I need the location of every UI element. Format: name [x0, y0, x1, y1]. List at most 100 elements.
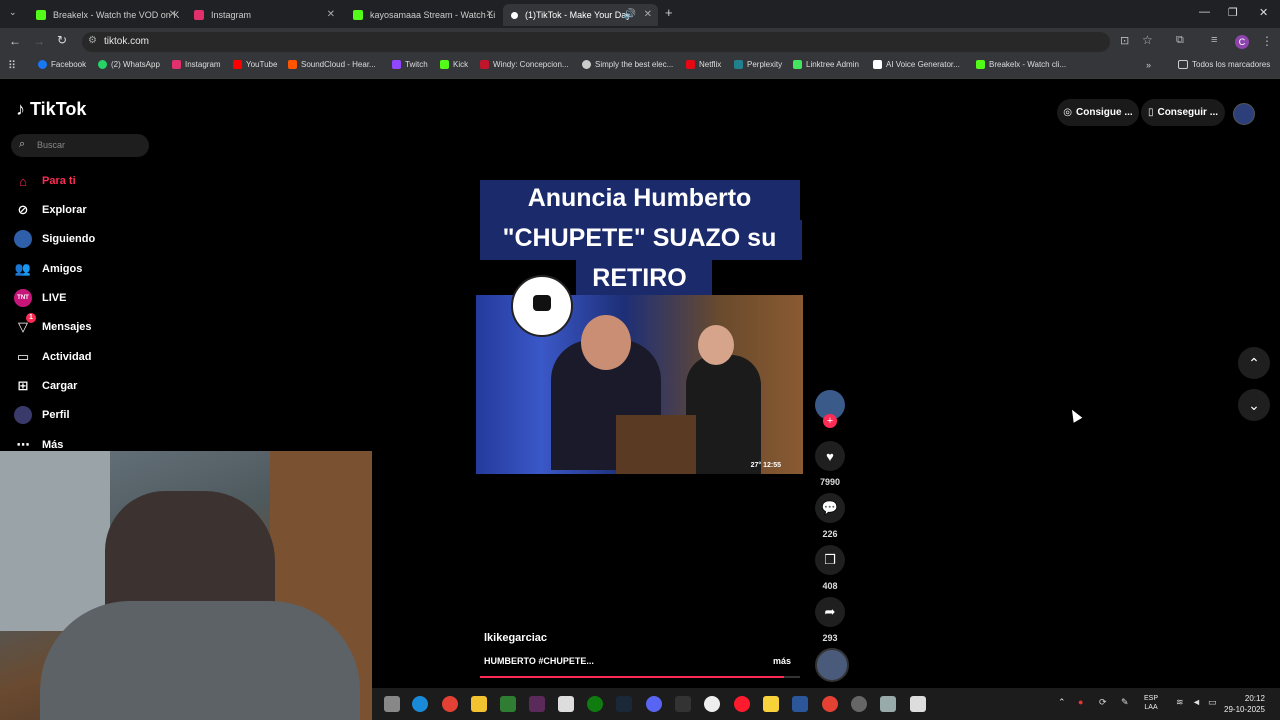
bookmark-youtube[interactable]: YouTube: [233, 60, 277, 69]
back-icon[interactable]: ←: [9, 34, 21, 48]
word-icon[interactable]: [792, 696, 808, 712]
nav-actividad[interactable]: ▭ Actividad: [14, 348, 92, 366]
opera-icon[interactable]: [734, 696, 750, 712]
tray-icon[interactable]: ●: [1078, 697, 1083, 707]
chrome-icon[interactable]: [442, 696, 458, 712]
previous-video-button[interactable]: ⌃: [1238, 347, 1270, 379]
discord-icon[interactable]: [646, 696, 662, 712]
share-icon[interactable]: ➦: [815, 597, 845, 627]
bookmark-icon[interactable]: ❒: [815, 545, 845, 575]
app-icon[interactable]: [704, 696, 720, 712]
bookmark-ai-voice[interactable]: AI Voice Generator...: [873, 60, 960, 69]
close-icon[interactable]: ✕: [486, 9, 494, 20]
app-icon[interactable]: [529, 696, 545, 712]
language-indicator[interactable]: ESP LAA: [1144, 694, 1158, 712]
sticky-notes-icon[interactable]: [763, 696, 779, 712]
comment-action[interactable]: 💬 226: [815, 493, 845, 539]
close-icon[interactable]: ✕: [327, 9, 335, 20]
bookmark-instagram[interactable]: Instagram: [172, 60, 221, 69]
restore-icon[interactable]: ❐: [1228, 6, 1238, 19]
tab-tiktok[interactable]: (1)TikTok - Make Your Day 🔊 ✕: [503, 4, 658, 26]
get-coins-button[interactable]: ▯ Conseguir ...: [1141, 99, 1225, 126]
nav-live[interactable]: TNT LIVE: [14, 289, 66, 307]
tray-chevron-icon[interactable]: ⌃: [1058, 697, 1066, 708]
tab-breakelx[interactable]: Breakelx - Watch the VOD on K ✕: [28, 4, 183, 26]
new-tab-icon[interactable]: +: [665, 5, 673, 20]
tab-kayosamaaa[interactable]: kayosamaaa Stream - Watch Li ✕: [345, 4, 500, 26]
progress-track[interactable]: [480, 676, 800, 678]
app-icon[interactable]: [558, 696, 574, 712]
tray-icon[interactable]: ✎: [1121, 697, 1129, 708]
tab-search-icon[interactable]: ⌄: [9, 7, 17, 18]
apps-icon[interactable]: ⠿: [8, 59, 16, 72]
clock[interactable]: 20:12 29-10-2025: [1224, 693, 1265, 715]
next-video-button[interactable]: ⌄: [1238, 389, 1270, 421]
explorer-icon[interactable]: [384, 696, 400, 712]
xbox-icon[interactable]: [587, 696, 603, 712]
bookmark-soundcloud[interactable]: SoundCloud - Hear...: [288, 60, 376, 69]
comment-icon[interactable]: 💬: [815, 493, 845, 523]
app-icon[interactable]: [910, 696, 926, 712]
site-info-icon[interactable]: ⚙: [88, 35, 97, 46]
search-input[interactable]: ⌕ Buscar: [11, 134, 149, 157]
live-app-icon[interactable]: [675, 696, 691, 712]
bookmark-facebook[interactable]: Facebook: [38, 60, 86, 69]
bookmark-netflix[interactable]: Netflix: [686, 60, 721, 69]
follow-button[interactable]: +: [823, 414, 837, 428]
more-link[interactable]: más: [773, 656, 791, 666]
forward-icon[interactable]: →: [33, 34, 45, 48]
like-action[interactable]: ♥ 7990: [815, 441, 845, 487]
share-action[interactable]: ➦ 293: [815, 597, 845, 643]
url-field[interactable]: ⚙ tiktok.com: [82, 32, 1110, 52]
bookmark-breakelx[interactable]: Breakelx - Watch cli...: [976, 60, 1066, 69]
video-author[interactable]: lkikegarciac: [484, 632, 547, 644]
bookmark-kick[interactable]: Kick: [440, 60, 468, 69]
extensions-icon[interactable]: ⧉: [1176, 34, 1184, 47]
nav-cargar[interactable]: ⊞ Cargar: [14, 377, 78, 395]
close-window-icon[interactable]: ✕: [1259, 6, 1268, 19]
app-icon[interactable]: [851, 696, 867, 712]
chrome-icon[interactable]: [822, 696, 838, 712]
media-icon[interactable]: ≡: [1211, 34, 1217, 46]
all-bookmarks[interactable]: Todos los marcadores: [1178, 60, 1270, 69]
save-action[interactable]: ❒ 408: [815, 545, 845, 591]
video-player[interactable]: Anuncia Humberto "CHUPETE" SUAZO su RETI…: [476, 178, 803, 474]
nav-para-ti[interactable]: ⌂ Para ti: [14, 172, 76, 190]
bookmark-perplexity[interactable]: Perplexity: [734, 60, 782, 69]
nav-explorar[interactable]: ⊘ Explorar: [14, 201, 87, 219]
nav-mensajes[interactable]: ▽ 1 Mensajes: [14, 313, 92, 336]
audio-icon[interactable]: 🔊: [624, 9, 636, 20]
battery-icon[interactable]: ▭: [1208, 697, 1217, 708]
nav-perfil[interactable]: Perfil: [14, 406, 70, 424]
music-disc-avatar[interactable]: [815, 648, 849, 682]
menu-icon[interactable]: ⋮: [1261, 34, 1273, 48]
bookmark-twitch[interactable]: Twitch: [392, 60, 428, 69]
edge-icon[interactable]: [412, 696, 428, 712]
close-icon[interactable]: ✕: [169, 9, 177, 20]
profile-avatar[interactable]: C: [1235, 35, 1249, 49]
bookmark-simply[interactable]: Simply the best elec...: [582, 60, 673, 69]
overflow-chevron-icon[interactable]: »: [1146, 60, 1151, 70]
install-icon[interactable]: ⊡: [1120, 34, 1129, 47]
tray-sync-icon[interactable]: ⟳: [1099, 697, 1107, 708]
folder-icon[interactable]: [471, 696, 487, 712]
steam-icon[interactable]: [616, 696, 632, 712]
nav-siguiendo[interactable]: Siguiendo: [14, 230, 95, 248]
tiktok-logo[interactable]: ♪ TikTok: [16, 99, 86, 120]
nav-amigos[interactable]: 👥 Amigos: [14, 260, 82, 278]
minimize-icon[interactable]: —: [1199, 6, 1210, 18]
volume-icon[interactable]: ◄: [1192, 697, 1201, 707]
profile-avatar[interactable]: [1233, 103, 1255, 125]
reload-icon[interactable]: ↻: [57, 33, 67, 47]
tab-instagram[interactable]: Instagram ✕: [186, 4, 341, 26]
star-icon[interactable]: ☆: [1142, 33, 1153, 47]
get-app-button[interactable]: ◎ Consigue ...: [1057, 99, 1139, 126]
close-icon[interactable]: ✕: [644, 9, 652, 20]
app-icon[interactable]: [500, 696, 516, 712]
wifi-icon[interactable]: ≋: [1176, 697, 1184, 708]
heart-icon[interactable]: ♥: [815, 441, 845, 471]
bookmark-whatsapp[interactable]: (2) WhatsApp: [98, 60, 160, 69]
settings-icon[interactable]: [880, 696, 896, 712]
bookmark-linktree[interactable]: Linktree Admin: [793, 60, 859, 69]
bookmark-windy[interactable]: Windy: Concepcion...: [480, 60, 569, 69]
